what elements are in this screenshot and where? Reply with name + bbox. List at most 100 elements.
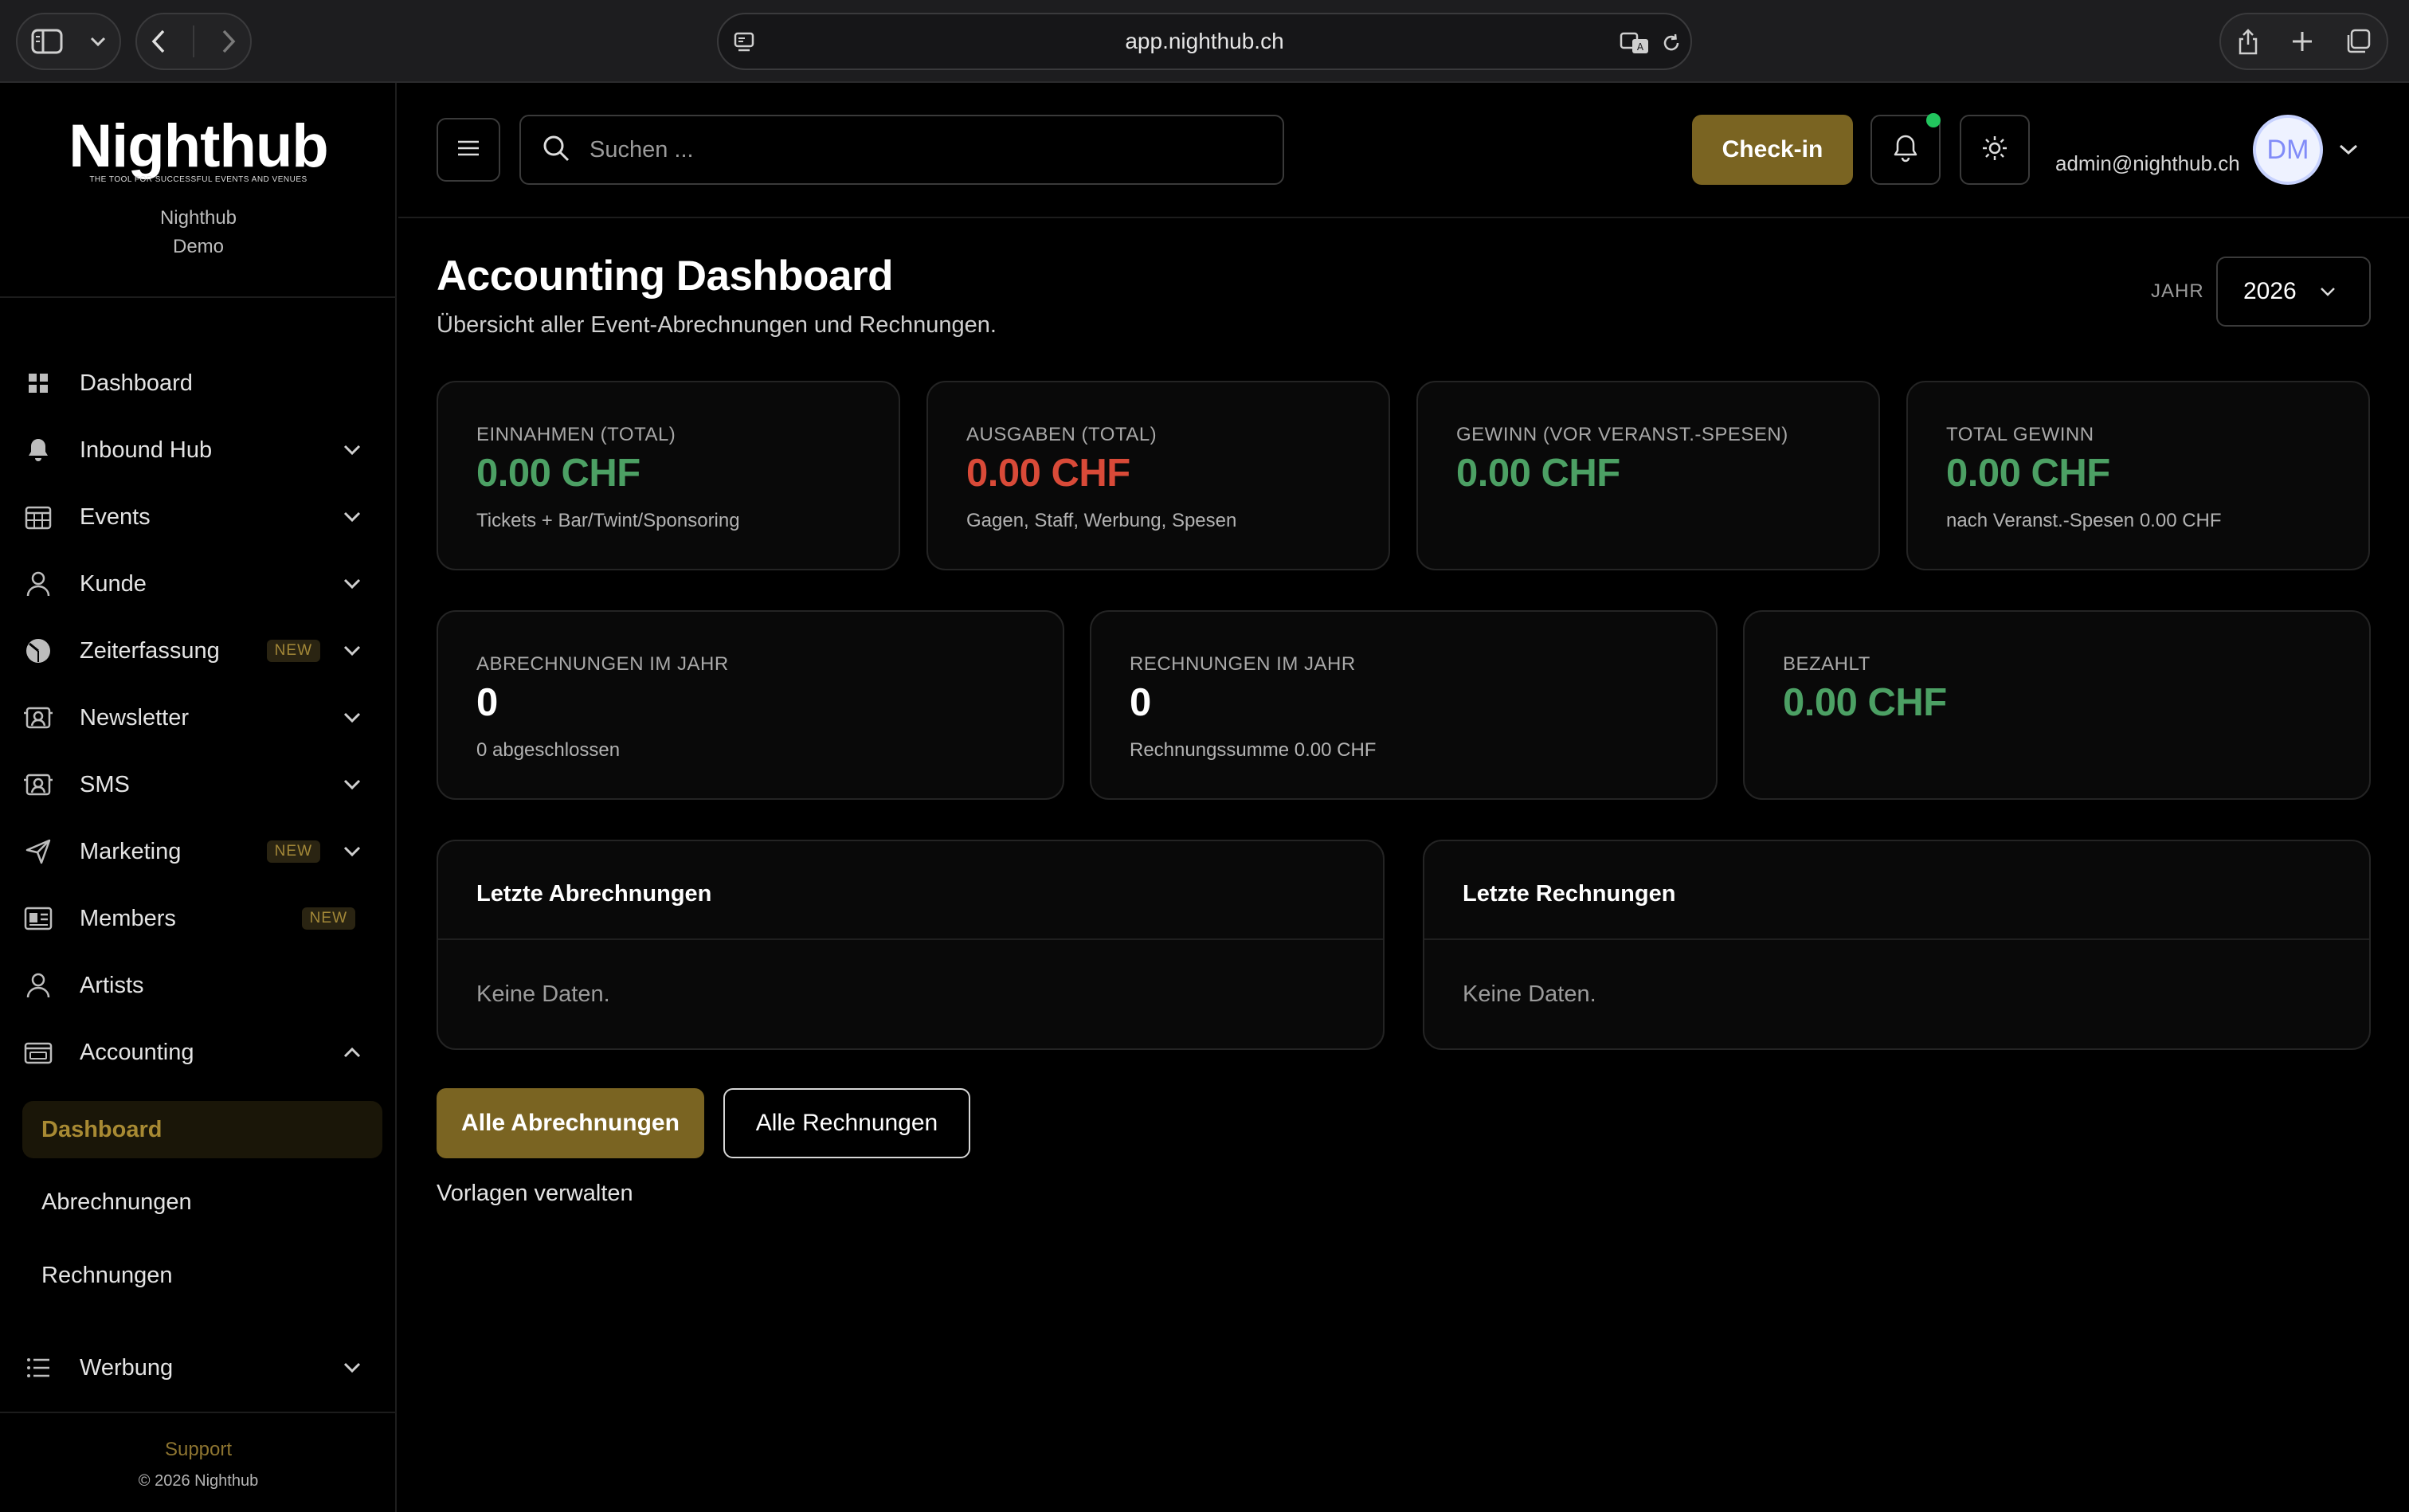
chevron-down-icon[interactable]: [339, 839, 365, 864]
chevron-down-icon[interactable]: [339, 437, 365, 463]
user-email: admin@nighthub.ch: [2055, 151, 2240, 175]
sidebar-item-dashboard[interactable]: Dashboard: [22, 353, 365, 413]
panel-letzte-rechnungen: Letzte Rechnungen Keine Daten.: [1423, 840, 2371, 1050]
chevron-up-icon[interactable]: [339, 1040, 365, 1065]
forward-icon[interactable]: [221, 29, 237, 54]
org-line-2: Demo: [172, 236, 225, 257]
kpi-value: 0.00 CHF: [966, 452, 1130, 495]
theme-toggle-button[interactable]: [1960, 115, 2030, 185]
sidebar-subitem-rechnungen[interactable]: Rechnungen: [22, 1247, 382, 1304]
sidebar-item-werbung[interactable]: Werbung: [22, 1338, 365, 1398]
kpi-hint: Gagen, Staff, Werbung, Spesen: [966, 510, 1237, 531]
page-subtitle: Übersicht aller Event-Abrechnungen und R…: [437, 312, 997, 338]
sidebar-item-label: Marketing: [80, 838, 182, 864]
sidebar-item-artists[interactable]: Artists: [22, 955, 365, 1016]
sidebar-item-inbound-hub[interactable]: Inbound Hub: [22, 420, 365, 480]
new-badge: NEW: [301, 907, 355, 930]
window-actions-group: [2219, 13, 2388, 70]
sidebar-item-label: Inbound Hub: [80, 437, 213, 463]
sidebar-subitem-abrechnungen[interactable]: Abrechnungen: [22, 1173, 382, 1231]
kpi-value: 0.00 CHF: [476, 452, 640, 495]
send-icon: [22, 836, 54, 868]
bell-icon: [22, 434, 54, 466]
sidebar-item-label: Dashboard: [80, 370, 193, 396]
menu-toggle-button[interactable]: [437, 118, 500, 182]
stat-value: 0.00 CHF: [1783, 681, 1947, 724]
chevron-down-icon[interactable]: [339, 1355, 365, 1381]
sidebar-item-label: Artists: [80, 972, 144, 998]
chevron-down-icon: [2317, 281, 2338, 302]
chevron-down-icon[interactable]: [339, 638, 365, 664]
kpi-label: AUSGABEN (TOTAL): [966, 424, 1157, 445]
manage-templates-link[interactable]: Vorlagen verwalten: [437, 1181, 633, 1207]
stat-hint: 0 abgeschlossen: [476, 739, 621, 761]
sidebar-item-sms[interactable]: SMS: [22, 754, 365, 815]
year-label: JAHR: [2151, 280, 2204, 302]
page-title: Accounting Dashboard: [437, 253, 894, 300]
logo[interactable]: Nighthub: [0, 116, 397, 177]
sidebar-divider: [0, 296, 397, 298]
stat-label: RECHNUNGEN IM JAHR: [1130, 653, 1356, 675]
panel-divider: [438, 938, 1383, 940]
sidebar-item-label: Events: [80, 503, 151, 530]
user-icon: [22, 568, 54, 600]
translate-icon[interactable]: A: [1619, 29, 1651, 57]
year-value: 2026: [2243, 278, 2297, 304]
panel-letzte-abrechnungen: Letzte Abrechnungen Keine Daten.: [437, 840, 1385, 1050]
panel-title: Letzte Rechnungen: [1463, 881, 1676, 907]
kpi-value: 0.00 CHF: [1456, 452, 1620, 495]
chevron-down-icon[interactable]: [339, 705, 365, 731]
tabs-overview-icon[interactable]: [2344, 28, 2372, 55]
back-icon[interactable]: [151, 29, 166, 54]
avatar[interactable]: DM: [2253, 115, 2323, 185]
chevron-down-icon[interactable]: [339, 504, 365, 530]
share-icon[interactable]: [2236, 27, 2260, 56]
sidebar-item-kunde[interactable]: Kunde: [22, 554, 365, 614]
sidebar-item-accounting[interactable]: Accounting: [22, 1022, 365, 1083]
sidebar-icon[interactable]: [31, 29, 63, 54]
sidebar-item-label: Kunde: [80, 570, 147, 597]
stat-card-abrechnungen: ABRECHNUNGEN IM JAHR 0 0 abgeschlossen: [437, 610, 1064, 800]
all-rechnungen-button[interactable]: Alle Rechnungen: [723, 1088, 970, 1158]
kpi-label: TOTAL GEWINN: [1946, 424, 2094, 445]
kpi-card-ausgaben: AUSGABEN (TOTAL) 0.00 CHF Gagen, Staff, …: [926, 381, 1390, 570]
chevron-down-icon[interactable]: [339, 571, 365, 597]
sms-icon: [22, 769, 54, 801]
bell-icon: [1893, 134, 1918, 166]
stat-hint: Rechnungssumme 0.00 CHF: [1130, 739, 1377, 761]
stat-value: 0: [1130, 681, 1151, 724]
check-in-button[interactable]: Check-in: [1692, 115, 1853, 185]
kpi-value: 0.00 CHF: [1946, 452, 2110, 495]
sidebar-subitem-dashboard[interactable]: Dashboard: [22, 1101, 382, 1158]
search-placeholder: Suchen ...: [590, 136, 694, 163]
svg-text:A: A: [1637, 41, 1644, 53]
sidebar-item-marketing[interactable]: Marketing NEW: [22, 821, 365, 882]
sidebar-item-newsletter[interactable]: Newsletter: [22, 687, 365, 748]
stat-label: BEZAHLT: [1783, 653, 1870, 675]
stat-label: ABRECHNUNGEN IM JAHR: [476, 653, 729, 675]
year-select[interactable]: 2026: [2216, 257, 2371, 327]
user-icon: [22, 969, 54, 1001]
all-abrechnungen-button[interactable]: Alle Abrechnungen: [437, 1088, 704, 1158]
copyright: © 2026 Nighthub: [138, 1472, 259, 1490]
stat-card-rechnungen: RECHNUNGEN IM JAHR 0 Rechnungssumme 0.00…: [1090, 610, 1718, 800]
reload-icon[interactable]: [1657, 29, 1686, 57]
calendar-icon: [22, 501, 54, 533]
hamburger-icon: [456, 139, 480, 161]
sidebar-toggle-group[interactable]: [16, 13, 121, 70]
sidebar-item-events[interactable]: Events: [22, 487, 365, 547]
sidebar-item-zeiterfassung[interactable]: Zeiterfassung NEW: [22, 621, 365, 681]
sidebar-item-members[interactable]: Members NEW: [22, 888, 365, 949]
support-link[interactable]: Support: [0, 1439, 397, 1461]
search-icon: [542, 134, 570, 166]
chevron-down-icon[interactable]: [339, 772, 365, 797]
address-bar[interactable]: app.nighthub.ch A: [717, 13, 1692, 70]
chevron-down-icon[interactable]: [2334, 135, 2363, 164]
kpi-label: EINNAHMEN (TOTAL): [476, 424, 676, 445]
new-tab-icon[interactable]: [2290, 29, 2314, 53]
list-icon: [22, 1352, 54, 1384]
search-input[interactable]: Suchen ...: [519, 115, 1284, 185]
new-badge: NEW: [266, 840, 320, 863]
chevron-down-icon[interactable]: [90, 36, 106, 47]
kpi-card-total-gewinn: TOTAL GEWINN 0.00 CHF nach Veranst.-Spes…: [1906, 381, 2370, 570]
